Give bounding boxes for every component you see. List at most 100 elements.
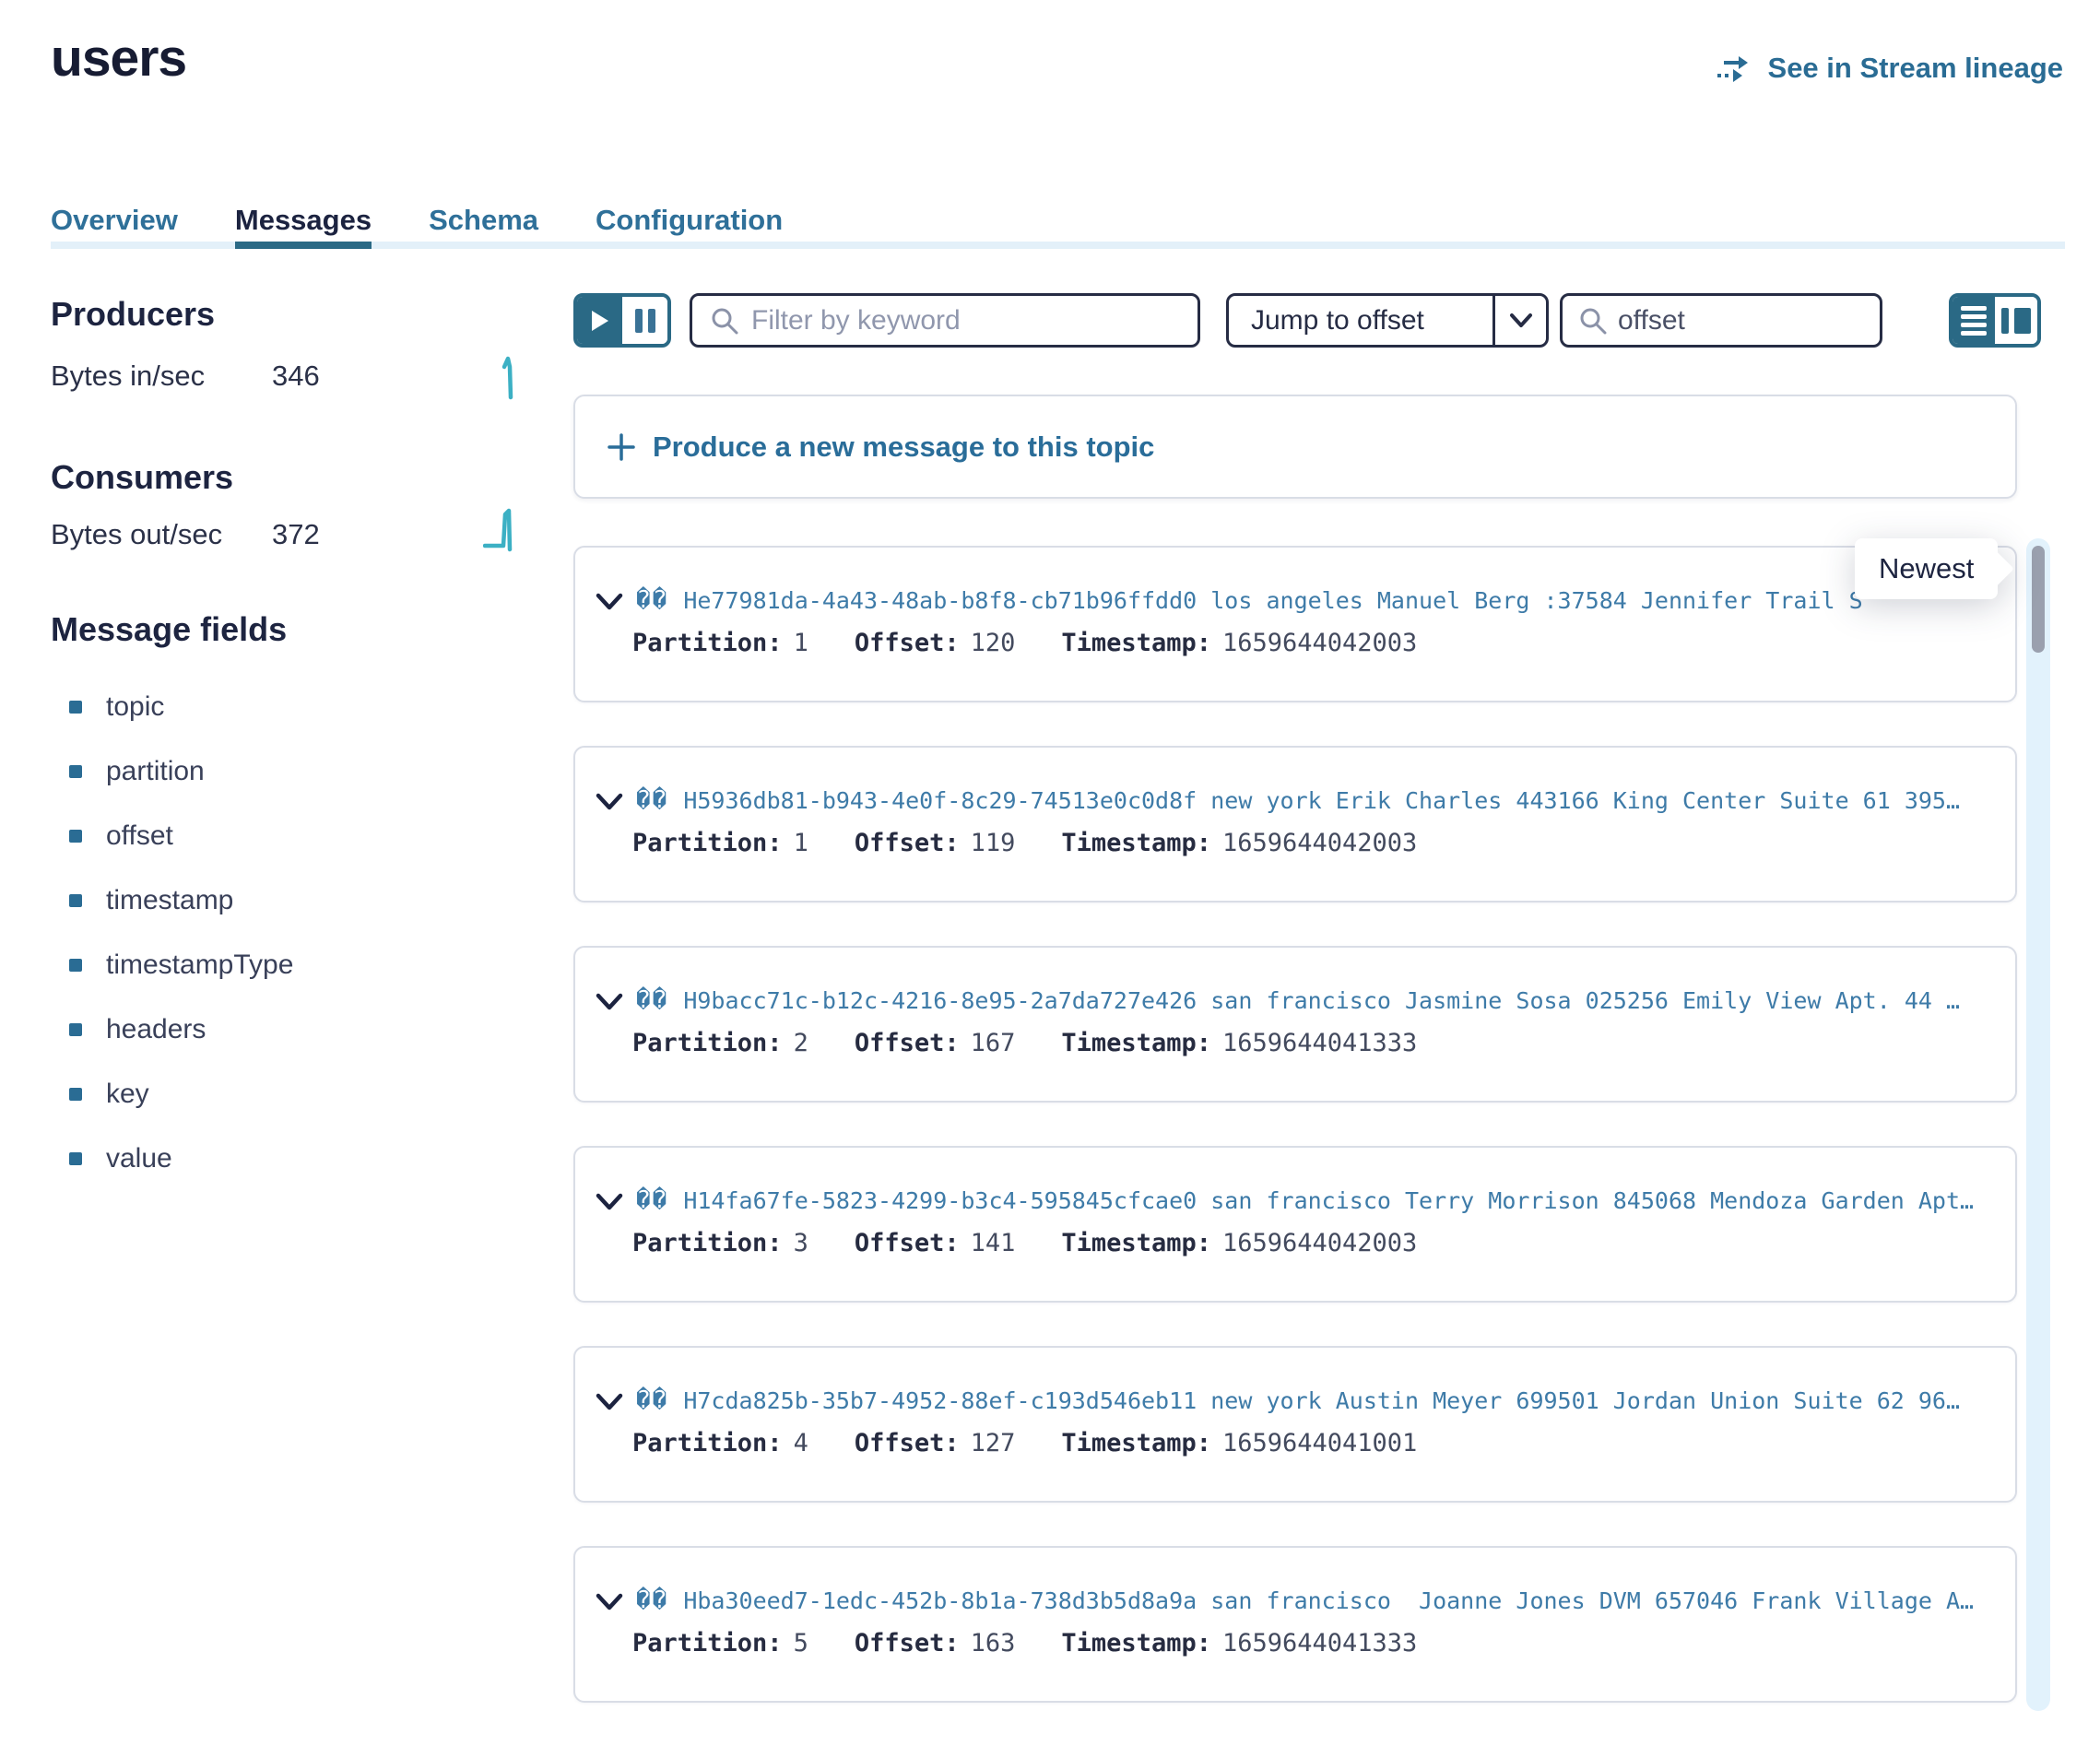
chevron-down-icon[interactable] bbox=[596, 1388, 632, 1416]
consumers-heading: Consumers bbox=[51, 458, 233, 497]
offset-label: Offset: bbox=[855, 1629, 960, 1658]
field-item-value: value bbox=[69, 1127, 293, 1191]
chevron-down-icon[interactable] bbox=[596, 988, 632, 1016]
message-fields-heading: Message fields bbox=[51, 610, 287, 649]
timestamp-value: 1659644041333 bbox=[1222, 1629, 1417, 1658]
offset-search-input[interactable] bbox=[1618, 305, 1974, 336]
message-row[interactable]: �� H9bacc71c-b12c-4216-8e95-2a7da727e426… bbox=[573, 946, 2017, 1103]
field-item-timestamp: timestamp bbox=[69, 868, 293, 933]
partition-value: 1 bbox=[794, 829, 808, 857]
partition-value: 5 bbox=[794, 1629, 808, 1658]
timestamp-label: Timestamp: bbox=[1061, 1029, 1211, 1057]
scrollbar-track[interactable] bbox=[2026, 538, 2050, 1711]
replacement-glyphs: �� bbox=[636, 586, 668, 614]
message-meta: Partition: 5 Offset: 163 Timestamp: 1659644… bbox=[632, 1629, 1417, 1658]
replacement-glyphs: �� bbox=[636, 1587, 668, 1614]
message-key-text: H5936db81-b943-4e0f-8c29-74513e0c0d8f ne… bbox=[683, 787, 1960, 814]
field-label: topic bbox=[106, 691, 164, 723]
page-title: users bbox=[51, 28, 186, 88]
tab-messages[interactable]: Messages bbox=[235, 203, 372, 238]
message-row[interactable]: �� H14fa67fe-5823-4299-b3c4-595845cfcae0… bbox=[573, 1146, 2017, 1303]
message-meta: Partition:4 Offset:127 Timestamp:1659644… bbox=[632, 1429, 1417, 1457]
lineage-arrows-icon bbox=[1715, 53, 1755, 84]
tab-configuration[interactable]: Configuration bbox=[596, 203, 783, 238]
offset-value: 167 bbox=[971, 1029, 1016, 1057]
tab-schema[interactable]: Schema bbox=[429, 203, 538, 238]
message-key-text: H9bacc71c-b12c-4216-8e95-2a7da727e426 sa… bbox=[683, 987, 1960, 1014]
message-meta: Partition:1 Offset:120 Timestamp:1659644… bbox=[632, 629, 1417, 657]
produce-message-button[interactable]: Produce a new message to this topic bbox=[573, 395, 2017, 499]
replacement-glyphs: �� bbox=[636, 1186, 668, 1214]
field-bullet-icon bbox=[69, 1088, 82, 1101]
field-bullet-icon bbox=[69, 765, 82, 778]
field-item-timestampType: timestampType bbox=[69, 933, 293, 997]
timestamp-label: Timestamp: bbox=[1061, 1629, 1211, 1658]
partition-label: Partition: bbox=[632, 829, 783, 857]
replacement-glyphs: �� bbox=[636, 1386, 668, 1414]
field-label: partition bbox=[106, 756, 205, 787]
message-meta: Partition:2 Offset:167 Timestamp:1659644… bbox=[632, 1029, 1417, 1057]
message-row[interactable]: �� H5936db81-b943-4e0f-8c29-74513e0c0d8f… bbox=[573, 746, 2017, 902]
timestamp-value: 1659644042003 bbox=[1222, 629, 1417, 657]
producers-heading: Producers bbox=[51, 295, 215, 334]
partition-value: 3 bbox=[794, 1229, 808, 1257]
partition-label: Partition: bbox=[632, 1629, 783, 1658]
stream-lineage-link[interactable]: See in Stream lineage bbox=[1715, 52, 2063, 85]
chevron-down-icon bbox=[1492, 296, 1546, 345]
field-label: value bbox=[106, 1143, 172, 1174]
partition-value: 1 bbox=[794, 629, 808, 657]
chevron-down-icon[interactable] bbox=[596, 1188, 632, 1216]
timestamp-label: Timestamp: bbox=[1061, 1229, 1211, 1257]
message-row[interactable]: �� Hba30eed7-1edc-452b-8b1a-738d3b5d8a9a… bbox=[573, 1546, 2017, 1703]
bytes-out-label: Bytes out/sec bbox=[51, 518, 272, 551]
partition-label: Partition: bbox=[632, 1229, 783, 1257]
tab-overview[interactable]: Overview bbox=[51, 203, 178, 238]
scrollbar-thumb[interactable] bbox=[2032, 546, 2045, 653]
field-label: offset bbox=[106, 820, 173, 852]
offset-label: Offset: bbox=[855, 629, 960, 657]
bytes-in-value: 346 bbox=[272, 360, 320, 393]
field-bullet-icon bbox=[69, 1023, 82, 1036]
timestamp-value: 1659644042003 bbox=[1222, 829, 1417, 857]
field-bullet-icon bbox=[69, 959, 82, 972]
partition-value: 4 bbox=[794, 1429, 808, 1457]
timestamp-label: Timestamp: bbox=[1061, 629, 1211, 657]
chevron-down-icon[interactable] bbox=[596, 788, 632, 816]
offset-label: Offset: bbox=[855, 1429, 960, 1457]
column-view-button[interactable] bbox=[1995, 297, 2037, 344]
field-item-topic: topic bbox=[69, 675, 293, 739]
pause-button[interactable] bbox=[622, 297, 667, 344]
producers-metric-row: Bytes in/sec 346 bbox=[51, 360, 320, 393]
partition-label: Partition: bbox=[632, 1029, 783, 1057]
timestamp-value: 1659644041333 bbox=[1222, 1029, 1417, 1057]
message-key-text: Hba30eed7-1edc-452b-8b1a-738d3b5d8a9a sa… bbox=[683, 1587, 1974, 1614]
offset-value: 119 bbox=[971, 829, 1016, 857]
partition-label: Partition: bbox=[632, 1429, 783, 1457]
field-label: timestamp bbox=[106, 885, 233, 916]
replacement-glyphs: �� bbox=[636, 986, 668, 1014]
consumers-metric-row: Bytes out/sec 372 bbox=[51, 518, 320, 551]
filter-input[interactable] bbox=[751, 305, 1197, 336]
timestamp-label: Timestamp: bbox=[1061, 829, 1211, 857]
field-item-partition: partition bbox=[69, 739, 293, 804]
jump-to-offset-select[interactable]: Jump to offset bbox=[1226, 293, 1549, 348]
message-row[interactable]: �� He77981da-4a43-48ab-b8f8-cb71b96ffdd0… bbox=[573, 546, 2017, 702]
chevron-down-icon[interactable] bbox=[596, 588, 632, 616]
field-bullet-icon bbox=[69, 830, 82, 843]
view-mode-toggle bbox=[1949, 293, 2041, 348]
chevron-down-icon[interactable] bbox=[596, 1588, 632, 1616]
bytes-in-label: Bytes in/sec bbox=[51, 360, 272, 393]
offset-value: 141 bbox=[971, 1229, 1016, 1257]
message-key-text: H14fa67fe-5823-4299-b3c4-595845cfcae0 sa… bbox=[683, 1187, 1974, 1214]
search-icon bbox=[711, 307, 738, 335]
play-button[interactable] bbox=[577, 297, 622, 344]
search-icon bbox=[1579, 307, 1607, 335]
offset-label: Offset: bbox=[855, 1029, 960, 1057]
field-item-headers: headers bbox=[69, 997, 293, 1062]
list-view-button[interactable] bbox=[1953, 297, 1995, 344]
timestamp-value: 1659644041001 bbox=[1222, 1429, 1417, 1457]
newest-tooltip-label: Newest bbox=[1879, 552, 1974, 585]
offset-value: 163 bbox=[971, 1629, 1016, 1658]
message-row[interactable]: �� H7cda825b-35b7-4952-88ef-c193d546eb11… bbox=[573, 1346, 2017, 1503]
jump-select-value: Jump to offset bbox=[1229, 305, 1424, 336]
